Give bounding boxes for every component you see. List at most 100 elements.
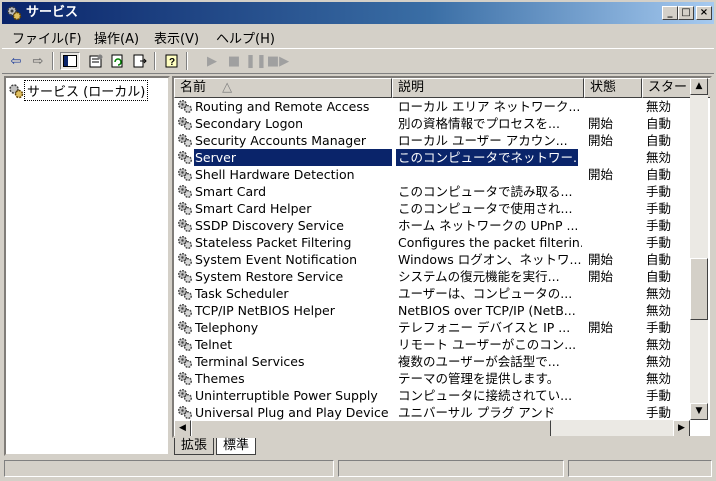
show-tree-icon[interactable]: [60, 52, 80, 70]
table-row[interactable]: Shell Hardware Detection 開始 自動: [174, 166, 690, 183]
service-startup-type: 無効: [646, 303, 672, 318]
service-startup-type: 手動: [646, 388, 672, 403]
tree-item-services-local[interactable]: サービス (ローカル): [8, 80, 149, 101]
toolbar-separator: [52, 52, 54, 70]
service-description: システムの復元機能を実行...: [398, 269, 560, 284]
service-description: テーマの管理を提供します。: [398, 371, 560, 386]
service-startup-type: 自動: [646, 116, 672, 131]
service-name: Universal Plug and Play Device: [195, 405, 389, 420]
back-arrow-icon[interactable]: ⇦: [6, 52, 26, 70]
service-description: Windows ログオン、ネットワ...: [398, 252, 582, 267]
service-startup-type: 手動: [646, 235, 672, 250]
vertical-scrollbar[interactable]: ▲ ▼: [690, 78, 708, 420]
table-row[interactable]: Terminal Services 複数のユーザーが会話型で... 無効: [174, 353, 690, 370]
table-row[interactable]: Telephony テレフォニー デバイスと IP ... 開始 手動: [174, 319, 690, 336]
export-list-icon[interactable]: [130, 52, 150, 70]
service-startup-type: 自動: [646, 167, 672, 182]
horizontal-scroll-thumb[interactable]: [191, 420, 551, 436]
status-panel: [568, 460, 712, 477]
maximize-button[interactable]: □: [678, 6, 694, 20]
service-startup-type: 無効: [646, 354, 672, 369]
table-row[interactable]: Task Scheduler ユーザーは、コンピュータの... 無効: [174, 285, 690, 302]
service-status: 開始: [588, 116, 614, 131]
start-service-icon[interactable]: ▶: [202, 52, 222, 70]
scroll-right-icon[interactable]: ▶: [673, 420, 690, 436]
table-row[interactable]: System Event Notification Windows ログオン、ネッ…: [174, 251, 690, 268]
service-name: System Restore Service: [195, 269, 344, 284]
scroll-up-icon[interactable]: ▲: [690, 78, 708, 95]
vertical-scroll-thumb[interactable]: [690, 258, 708, 320]
service-name: Smart Card Helper: [195, 201, 312, 216]
service-gear-icon: [177, 252, 193, 267]
view-tabs: 拡張 標準: [172, 438, 712, 456]
service-gear-icon: [177, 150, 193, 165]
pause-service-icon[interactable]: ❚❚: [245, 52, 267, 70]
column-header-description[interactable]: 説明: [392, 78, 584, 98]
service-gear-icon: [177, 99, 193, 114]
table-row[interactable]: Telnet リモート ユーザーがこのコン... 無効: [174, 336, 690, 353]
table-row[interactable]: Server このコンピュータでネットワー... 無効: [174, 148, 690, 167]
service-status: 開始: [588, 320, 614, 335]
tab-extended[interactable]: 拡張: [174, 438, 215, 455]
service-description: このコンピュータでネットワー...: [396, 149, 578, 166]
table-row[interactable]: System Restore Service システムの復元機能を実行... 開始 自…: [174, 268, 690, 285]
table-row[interactable]: TCP/IP NetBIOS Helper NetBIOS over TCP/IP…: [174, 302, 690, 319]
horizontal-scrollbar[interactable]: ◀ ▶: [174, 420, 690, 436]
refresh-icon[interactable]: [108, 52, 128, 70]
table-row[interactable]: Secondary Logon 別の資格情報でプロセスを... 開始 自動: [174, 115, 690, 132]
menu-help[interactable]: ヘルプ(H): [216, 28, 275, 47]
menu-file[interactable]: ファイル(F): [12, 28, 82, 47]
table-row[interactable]: Routing and Remote Access ローカル エリア ネットワーク…: [174, 98, 690, 115]
service-startup-type: 手動: [646, 320, 672, 335]
service-startup-type: 手動: [646, 201, 672, 216]
service-startup-type: 無効: [646, 286, 672, 301]
table-row[interactable]: Smart Card このコンピュータで読み取る... 手動: [174, 183, 690, 200]
title-bar[interactable]: サービス _ □ ×: [2, 2, 714, 24]
service-startup-type: 手動: [646, 218, 672, 233]
table-row[interactable]: Security Accounts Manager ローカル ユーザー アカウン.…: [174, 132, 690, 149]
column-header-status[interactable]: 状態: [584, 78, 642, 98]
service-description: リモート ユーザーがこのコン...: [398, 337, 577, 352]
forward-arrow-icon[interactable]: ⇨: [28, 52, 48, 70]
service-status: 開始: [588, 167, 614, 182]
service-startup-type: 自動: [646, 269, 672, 284]
restart-service-icon[interactable]: ■▶: [267, 52, 289, 70]
table-row[interactable]: Stateless Packet Filtering Configures the…: [174, 234, 690, 251]
service-name: Secondary Logon: [195, 116, 304, 131]
service-name: Security Accounts Manager: [195, 133, 367, 148]
service-startup-type: 手動: [646, 405, 672, 420]
close-button[interactable]: ×: [696, 6, 712, 20]
table-row[interactable]: SSDP Discovery Service ホーム ネットワークの UPnP .…: [174, 217, 690, 234]
service-description: ユニバーサル プラグ アンド: [398, 405, 556, 420]
services-gear-icon: [7, 6, 22, 21]
table-row[interactable]: Uninterruptible Power Supply コンピュータに接続されて…: [174, 387, 690, 404]
service-gear-icon: [177, 303, 193, 318]
menu-view[interactable]: 表示(V): [154, 28, 199, 47]
service-name: System Event Notification: [195, 252, 358, 267]
services-window: サービス _ □ × ファイル(F) 操作(A) 表示(V) ヘルプ(H) ⇦ …: [0, 0, 716, 481]
table-row[interactable]: Smart Card Helper このコンピュータで使用され... 手動: [174, 200, 690, 217]
service-name: Stateless Packet Filtering: [195, 235, 352, 250]
toolbar-separator: [186, 52, 188, 70]
service-name: Terminal Services: [195, 354, 305, 369]
column-header-name[interactable]: 名前 △: [174, 78, 392, 98]
services-rows: Routing and Remote Access ローカル エリア ネットワーク…: [174, 98, 690, 420]
service-name: Themes: [195, 371, 245, 386]
service-gear-icon: [177, 371, 193, 386]
scroll-down-icon[interactable]: ▼: [690, 403, 708, 420]
help-icon[interactable]: ?: [162, 52, 182, 70]
service-name: Server: [193, 148, 393, 167]
tab-standard[interactable]: 標準: [216, 438, 257, 455]
properties-icon[interactable]: [86, 52, 106, 70]
service-gear-icon: [177, 388, 193, 403]
service-description: このコンピュータで使用され...: [398, 201, 573, 216]
minimize-button[interactable]: _: [662, 6, 678, 20]
scroll-left-icon[interactable]: ◀: [174, 420, 191, 436]
stop-service-icon[interactable]: ■: [224, 52, 244, 70]
service-description: コンピュータに接続されてい...: [398, 388, 573, 403]
service-description: ユーザーは、コンピュータの...: [398, 286, 573, 301]
menu-action[interactable]: 操作(A): [94, 28, 139, 47]
service-gear-icon: [177, 167, 193, 182]
table-row[interactable]: Themes テーマの管理を提供します。 無効: [174, 370, 690, 387]
table-row[interactable]: Universal Plug and Play Device ユニバーサル プラグ…: [174, 404, 690, 420]
